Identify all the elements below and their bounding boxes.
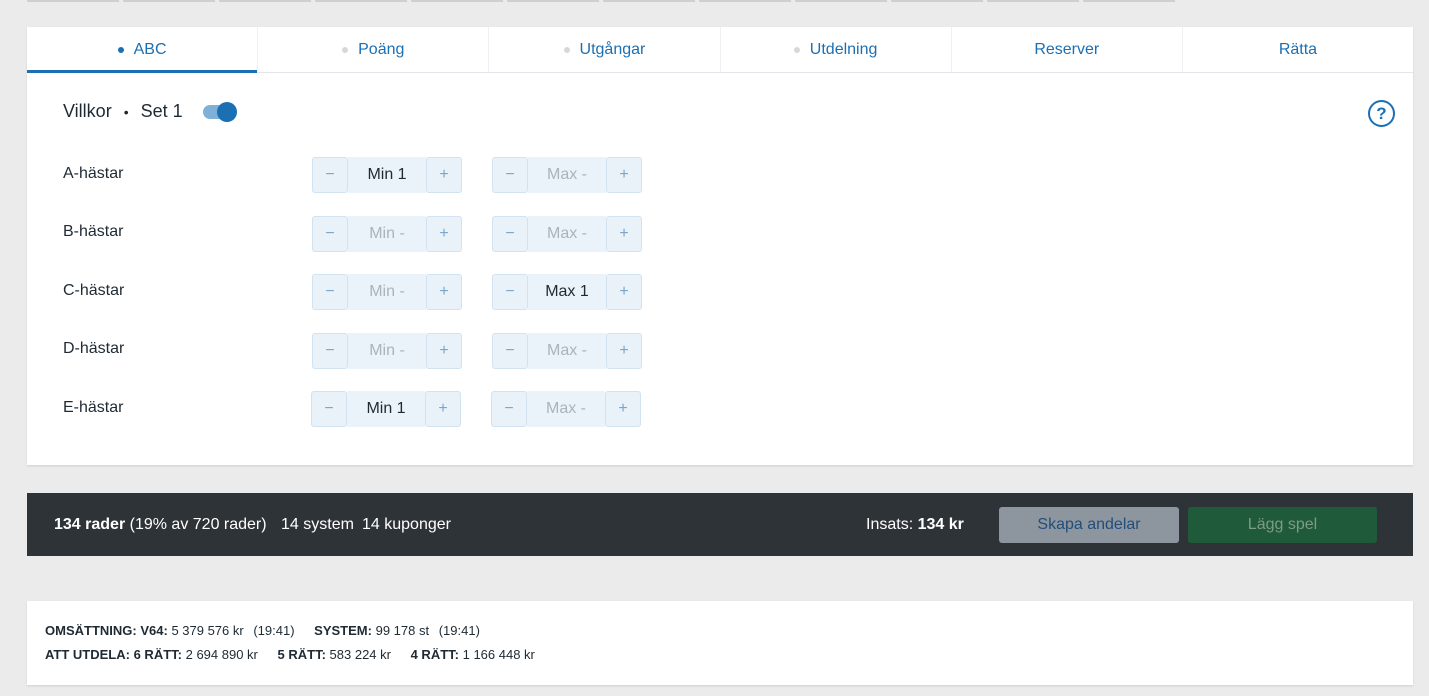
tab-label: Poäng bbox=[358, 40, 405, 58]
increment-button[interactable]: + bbox=[426, 157, 462, 193]
create-shares-button[interactable]: Skapa andelar bbox=[999, 507, 1179, 543]
tab-abc[interactable]: ABC bbox=[27, 27, 259, 73]
row-label-c: C-hästar bbox=[63, 282, 125, 299]
decrement-button[interactable]: − bbox=[311, 391, 347, 427]
max-value: Max - bbox=[528, 216, 606, 252]
system-count: 14 system bbox=[281, 516, 354, 533]
min-value: Min 1 bbox=[347, 391, 425, 427]
insats-summary: Insats: 134 kr bbox=[866, 516, 964, 534]
payout-line: ATT UTDELA: 6 RÄTT: 2 694 890 kr 5 RÄTT:… bbox=[45, 647, 535, 662]
decrement-button[interactable]: − bbox=[492, 274, 528, 310]
tab-label: ABC bbox=[133, 40, 167, 58]
tab-utdelning[interactable]: Utdelning bbox=[721, 27, 952, 72]
increment-button[interactable]: + bbox=[426, 333, 462, 369]
villkor-label: Villkor bbox=[63, 101, 112, 121]
row-label-a: A-hästar bbox=[63, 165, 124, 182]
turnover-stats: OMSÄTTNING: V64: 5 379 576 kr (19:41) SY… bbox=[27, 601, 1413, 685]
tab-utgangar[interactable]: Utgångar bbox=[489, 27, 721, 72]
min-stepper-d: − Min - + bbox=[312, 333, 462, 369]
tab-reserver[interactable]: Reserver bbox=[952, 27, 1183, 72]
tab-bar: ABC Poäng Utgångar Utdelning Reserver Rä… bbox=[27, 27, 1413, 73]
turnover-line: OMSÄTTNING: V64: 5 379 576 kr (19:41) SY… bbox=[45, 623, 480, 638]
r6-label: 6 RÄTT: bbox=[133, 647, 182, 662]
min-value: Min 1 bbox=[348, 157, 426, 193]
villkor-header: Villkor • Set 1 bbox=[63, 101, 237, 122]
max-stepper-c: − Max 1 + bbox=[492, 274, 642, 310]
decrement-button[interactable]: − bbox=[492, 333, 528, 369]
max-value: Max - bbox=[528, 333, 606, 369]
increment-button[interactable]: + bbox=[606, 157, 642, 193]
max-stepper-b: − Max - + bbox=[492, 216, 642, 252]
min-value: Min - bbox=[348, 216, 426, 252]
set-label: Set 1 bbox=[140, 101, 183, 121]
utdela-label: ATT UTDELA: bbox=[45, 647, 130, 662]
decrement-button[interactable]: − bbox=[492, 216, 528, 252]
increment-button[interactable]: + bbox=[606, 274, 642, 310]
insats-value: 134 kr bbox=[917, 516, 964, 533]
v64-label: V64: bbox=[140, 623, 168, 638]
min-stepper-e: − Min 1 + bbox=[311, 391, 461, 427]
increment-button[interactable]: + bbox=[425, 391, 461, 427]
decrement-button[interactable]: − bbox=[312, 216, 348, 252]
r4-label: 4 RÄTT: bbox=[410, 647, 459, 662]
tab-indicator-dot bbox=[342, 46, 349, 53]
min-value: Min - bbox=[348, 333, 426, 369]
r6-value: 2 694 890 kr bbox=[185, 647, 258, 662]
max-value: Max 1 bbox=[528, 274, 606, 310]
tab-indicator-dot bbox=[793, 46, 800, 53]
tab-poang[interactable]: Poäng bbox=[258, 27, 490, 72]
increment-button[interactable]: + bbox=[605, 391, 641, 427]
insats-label: Insats: bbox=[866, 516, 914, 533]
increment-button[interactable]: + bbox=[426, 216, 462, 252]
max-stepper-d: − Max - + bbox=[492, 333, 642, 369]
r5-label: 5 RÄTT: bbox=[277, 647, 326, 662]
decrement-button[interactable]: − bbox=[491, 391, 527, 427]
toggle-knob bbox=[216, 101, 237, 122]
decrement-button[interactable]: − bbox=[312, 274, 348, 310]
max-stepper-e: − Max - + bbox=[491, 391, 641, 427]
min-stepper-c: − Min - + bbox=[312, 274, 462, 310]
r4-value: 1 166 448 kr bbox=[462, 647, 535, 662]
kupong-count: 14 kuponger bbox=[362, 516, 451, 533]
min-stepper-a: − Min 1 + bbox=[312, 157, 462, 193]
rows-summary: 134 rader (19% av 720 rader) bbox=[54, 516, 267, 534]
r5-value: 583 224 kr bbox=[329, 647, 391, 662]
help-icon[interactable]: ? bbox=[1368, 100, 1395, 127]
max-stepper-a: − Max - + bbox=[492, 157, 642, 193]
max-value: Max - bbox=[527, 391, 605, 427]
system-time: (19:41) bbox=[438, 623, 480, 638]
row-label-e: E-hästar bbox=[63, 399, 124, 416]
conditions-card: ABC Poäng Utgångar Utdelning Reserver Rä… bbox=[27, 27, 1413, 465]
set-toggle[interactable] bbox=[202, 101, 237, 122]
increment-button[interactable]: + bbox=[606, 333, 642, 369]
top-tab-strip bbox=[27, 0, 1175, 2]
tab-indicator-dot bbox=[563, 46, 570, 53]
tab-label: Reserver bbox=[1034, 40, 1100, 58]
max-value: Max - bbox=[528, 157, 606, 193]
system-label: SYSTEM: bbox=[314, 623, 372, 638]
place-bet-button[interactable]: Lägg spel bbox=[1188, 507, 1377, 543]
rows-detail: (19% av 720 rader) bbox=[129, 516, 267, 533]
row-label-d: D-hästar bbox=[63, 340, 125, 357]
decrement-button[interactable]: − bbox=[492, 157, 528, 193]
summary-bar: 134 rader (19% av 720 rader) 14 system 1… bbox=[27, 493, 1413, 556]
decrement-button[interactable]: − bbox=[312, 333, 348, 369]
min-value: Min - bbox=[348, 274, 426, 310]
tab-label: Rätta bbox=[1278, 40, 1318, 58]
tab-indicator-dot bbox=[117, 46, 124, 53]
system-value: 99 178 st bbox=[375, 623, 430, 638]
tab-ratta[interactable]: Rätta bbox=[1183, 27, 1413, 72]
increment-button[interactable]: + bbox=[606, 216, 642, 252]
row-label-b: B-hästar bbox=[63, 223, 124, 240]
omsattning-label: OMSÄTTNING: bbox=[45, 623, 137, 638]
tab-label: Utdelning bbox=[809, 40, 878, 58]
v64-time: (19:41) bbox=[253, 623, 295, 638]
tab-label: Utgångar bbox=[579, 40, 646, 58]
min-stepper-b: − Min - + bbox=[312, 216, 462, 252]
rows-count: 134 rader bbox=[54, 516, 126, 533]
separator-dot: • bbox=[123, 103, 129, 120]
increment-button[interactable]: + bbox=[426, 274, 462, 310]
v64-value: 5 379 576 kr bbox=[171, 623, 244, 638]
decrement-button[interactable]: − bbox=[312, 157, 348, 193]
